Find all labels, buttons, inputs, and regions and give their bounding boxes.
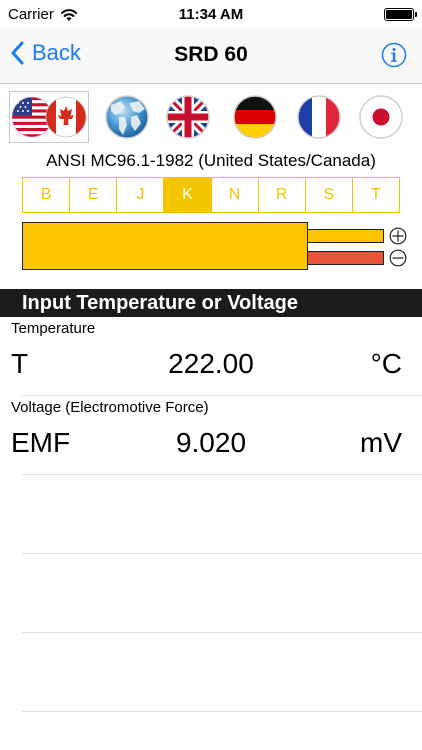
section-header: Input Temperature or Voltage xyxy=(0,289,422,317)
uk-flag-icon xyxy=(166,95,210,139)
voltage-input[interactable]: 9.020 xyxy=(0,427,422,459)
flag-us-canada-button[interactable] xyxy=(9,91,89,143)
globe-icon xyxy=(105,95,149,139)
temperature-input[interactable]: 222.00 xyxy=(0,348,422,380)
flag-world-button[interactable] xyxy=(103,93,151,141)
temperature-label: Temperature xyxy=(11,320,96,337)
divider xyxy=(22,711,422,712)
negative-wire xyxy=(307,251,384,265)
flag-japan-button[interactable] xyxy=(357,93,405,141)
status-time: 11:34 AM xyxy=(178,6,244,23)
flag-germany-button[interactable] xyxy=(231,93,279,141)
positive-wire xyxy=(307,229,384,243)
minus-circle-icon xyxy=(389,249,407,267)
japan-flag-icon xyxy=(359,95,403,139)
thermocouple-body xyxy=(22,222,308,270)
divider xyxy=(22,474,422,475)
voltage-unit: mV xyxy=(360,427,402,458)
germany-flag-icon xyxy=(233,95,277,139)
status-bar: Carrier 11:34 AM xyxy=(0,0,422,28)
thermocouple-graphic xyxy=(22,220,412,272)
chevron-left-icon xyxy=(11,41,24,65)
type-button-t[interactable]: T xyxy=(353,178,399,212)
us-canada-flag-icon xyxy=(11,96,87,138)
type-button-k[interactable]: K xyxy=(164,178,212,212)
back-label: Back xyxy=(32,40,81,65)
battery-icon xyxy=(384,8,417,21)
type-button-r[interactable]: R xyxy=(259,178,306,212)
divider xyxy=(22,553,422,554)
type-button-e[interactable]: E xyxy=(70,178,118,212)
plus-circle-icon xyxy=(389,227,407,245)
voltage-label: Voltage (Electromotive Force) xyxy=(11,399,209,416)
temperature-unit: °C xyxy=(370,348,402,379)
standards-selector xyxy=(0,91,422,149)
navigation-bar: Back SRD 60 xyxy=(0,28,422,84)
flag-france-button[interactable] xyxy=(295,93,343,141)
back-button[interactable]: Back xyxy=(10,40,81,66)
standard-label: ANSI MC96.1-1982 (United States/Canada) xyxy=(46,151,376,170)
thermocouple-type-selector: BEJKNRST xyxy=(22,177,400,213)
type-button-j[interactable]: J xyxy=(117,178,165,212)
divider xyxy=(22,395,422,396)
flag-uk-button[interactable] xyxy=(164,93,212,141)
france-flag-icon xyxy=(297,95,341,139)
type-button-s[interactable]: S xyxy=(306,178,353,212)
divider xyxy=(22,632,422,633)
type-button-n[interactable]: N xyxy=(212,178,259,212)
info-icon[interactable] xyxy=(380,41,408,69)
type-button-b[interactable]: B xyxy=(23,178,71,212)
